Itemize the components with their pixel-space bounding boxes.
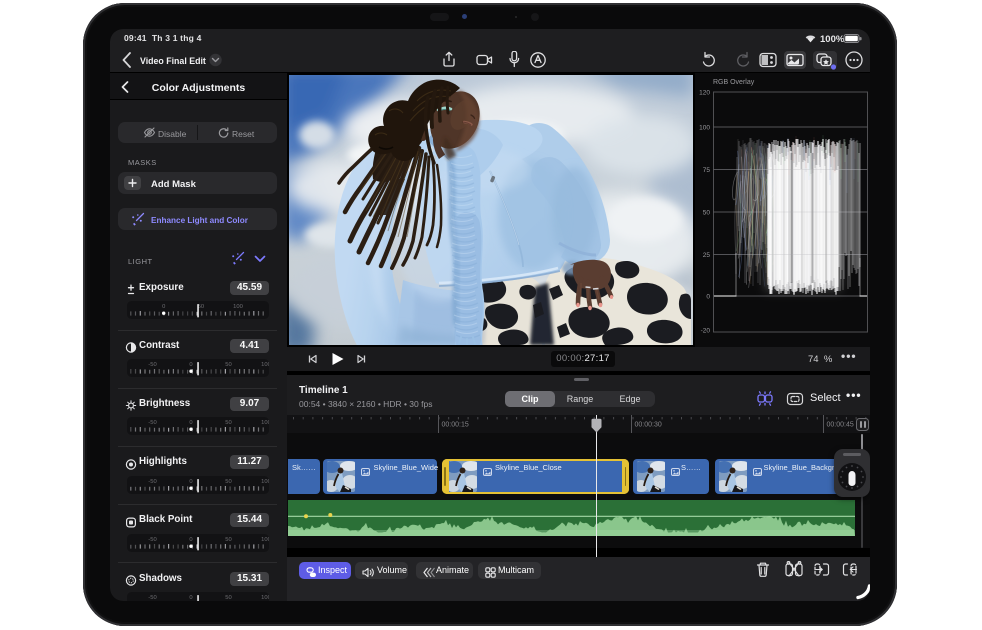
svg-text:0: 0: [189, 421, 192, 427]
svg-text:100: 100: [261, 421, 269, 427]
svg-text:-50: -50: [148, 362, 156, 368]
svg-text:0: 0: [189, 362, 192, 368]
svg-text:0: 0: [706, 294, 710, 301]
svg-text:00:00:15: 00:00:15: [442, 422, 469, 429]
svg-text:25: 25: [703, 252, 711, 259]
svg-text:00:00:30: 00:00:30: [635, 422, 662, 429]
svg-text:100: 100: [261, 595, 269, 601]
svg-text:100: 100: [233, 304, 243, 310]
svg-text:-50: -50: [148, 537, 156, 543]
svg-text:-50: -50: [148, 479, 156, 485]
svg-text:0: 0: [189, 537, 192, 543]
svg-text:0: 0: [162, 304, 165, 310]
svg-text:50: 50: [225, 595, 231, 601]
svg-text:RGB Overlay: RGB Overlay: [713, 79, 755, 86]
svg-text:75: 75: [703, 167, 711, 174]
svg-text:0: 0: [189, 595, 192, 601]
svg-text:50: 50: [225, 362, 231, 368]
svg-text:50: 50: [225, 479, 231, 485]
svg-text:0: 0: [189, 479, 192, 485]
svg-text:50: 50: [703, 210, 711, 217]
svg-text:100: 100: [261, 537, 269, 543]
svg-text:50: 50: [225, 537, 231, 543]
svg-text:50: 50: [225, 421, 231, 427]
svg-text:-50: -50: [148, 595, 156, 601]
svg-text:100: 100: [261, 479, 269, 485]
svg-text:-20: -20: [701, 328, 711, 335]
svg-text:100: 100: [699, 125, 710, 132]
svg-text:-50: -50: [148, 421, 156, 427]
svg-text:Video Final Edit: Video Final Edit: [140, 56, 206, 66]
svg-text:00:00:45: 00:00:45: [827, 422, 854, 429]
svg-text:100%: 100%: [820, 34, 845, 44]
svg-text:100: 100: [261, 362, 269, 368]
svg-text:120: 120: [699, 90, 710, 97]
